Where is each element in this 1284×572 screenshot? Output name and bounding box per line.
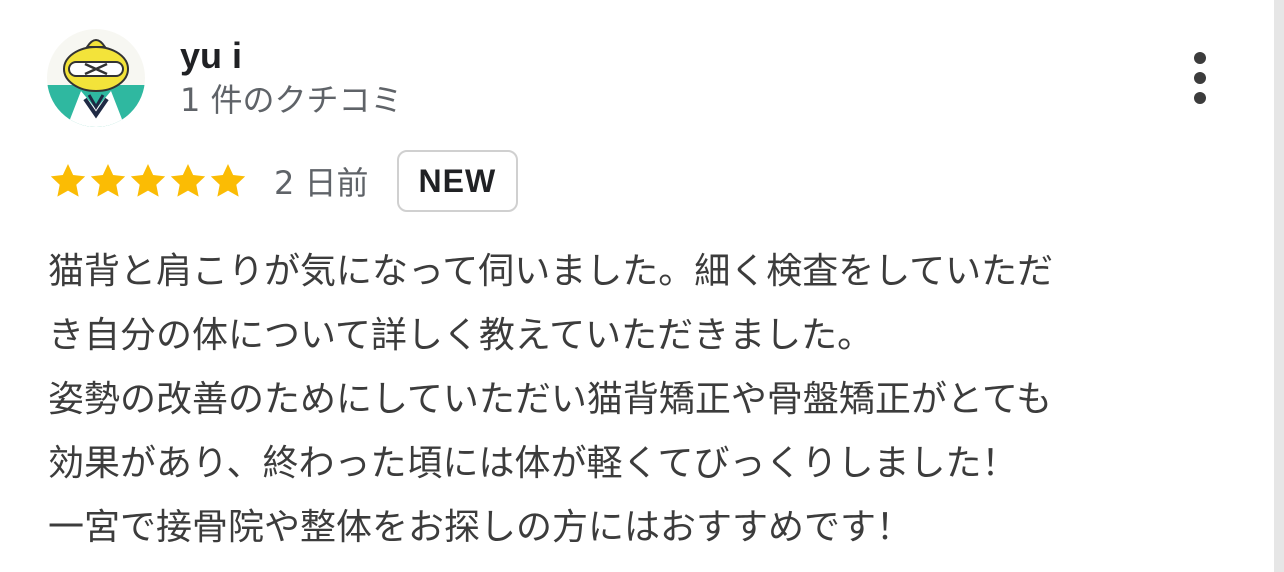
review-line: 姿勢の改善のためにしていただい猫背矯正や骨盤矯正がとても	[48, 379, 1053, 420]
review-line: 猫背と肩こりが気になって伺いました。細く検査をしていただ	[48, 251, 1054, 292]
more-vert-icon-dot	[1194, 72, 1206, 84]
review-line: 効果があり、終わった頃には体が軽くてびっくりしました！	[48, 443, 1018, 484]
star-rating	[48, 161, 248, 201]
star-icon	[130, 164, 166, 197]
more-vert-icon-dot	[1194, 92, 1206, 104]
star-icon	[90, 164, 126, 197]
avatar-icon	[47, 29, 145, 127]
review-line: 一宮で接骨院や整体をお探しの方にはおすすめです！	[48, 507, 913, 548]
star-icon	[50, 164, 86, 197]
review-count[interactable]: 1 件のクチコミ	[180, 80, 403, 120]
new-badge: NEW	[396, 150, 519, 212]
more-vert-icon	[1194, 52, 1206, 64]
star-icon	[210, 164, 246, 197]
reviewer-name[interactable]: yu i	[180, 36, 242, 76]
scrollbar-track	[1274, 0, 1284, 572]
more-options-button[interactable]	[1180, 50, 1220, 106]
star-icon	[170, 164, 206, 197]
review-text: 猫背と肩こりが気になって伺いました。細く検査をしていただ き自分の体について詳しく…	[48, 240, 1238, 560]
review-line: き自分の体について詳しく教えていただきました。	[48, 315, 874, 356]
review-date: 2 日前	[274, 164, 369, 202]
avatar[interactable]	[47, 29, 145, 127]
rating-row: 2 日前 NEW	[48, 148, 519, 214]
